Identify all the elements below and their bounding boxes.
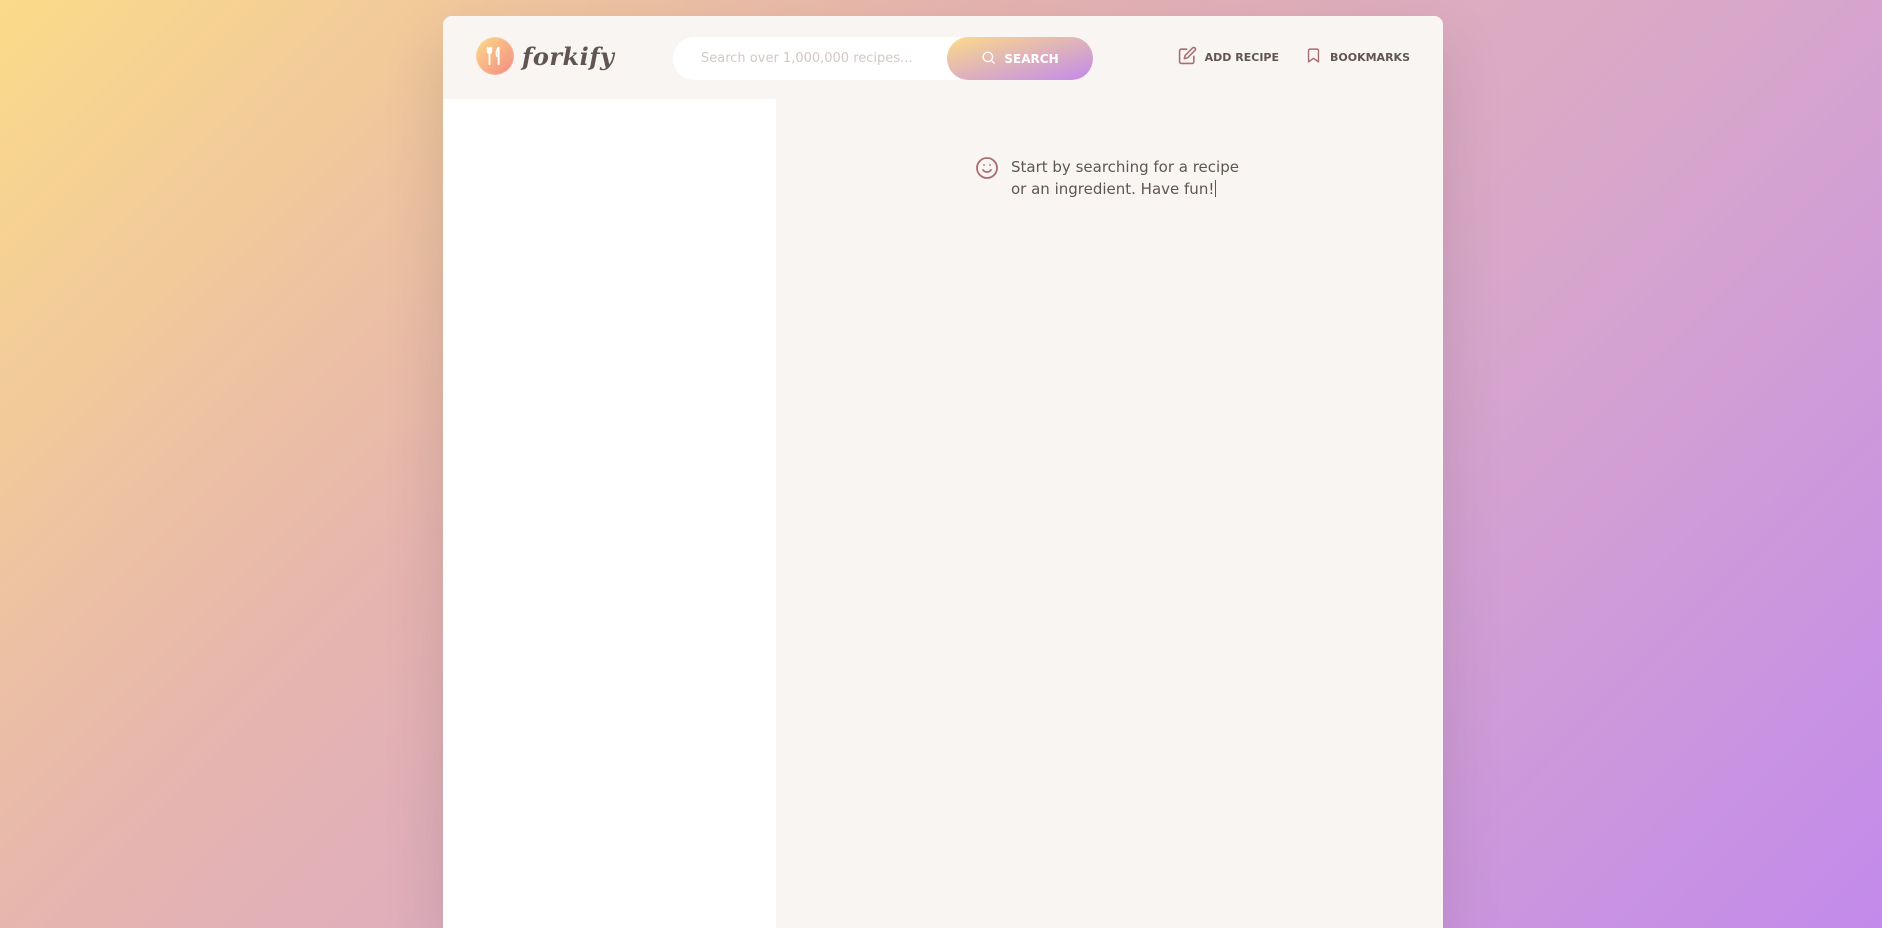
bookmark-icon [1305, 46, 1322, 68]
fork-knife-icon [476, 37, 514, 75]
start-message: Start by searching for a recipe or an in… [975, 156, 1245, 200]
app-container: forkify SEARCH [443, 16, 1443, 928]
add-recipe-button[interactable]: ADD RECIPE [1178, 46, 1279, 68]
bookmarks-label: BOOKMARKS [1330, 50, 1410, 64]
search-form: SEARCH [673, 37, 1093, 80]
logo[interactable]: forkify [476, 37, 615, 75]
smile-icon [975, 156, 999, 184]
search-button[interactable]: SEARCH [947, 37, 1093, 80]
nav: ADD RECIPE BOOKMARKS [1178, 46, 1410, 68]
search-button-label: SEARCH [1004, 51, 1059, 66]
search-results-panel [443, 99, 776, 928]
text-cursor [1215, 180, 1217, 197]
header: forkify SEARCH [443, 16, 1443, 99]
bookmarks-button[interactable]: BOOKMARKS [1305, 46, 1410, 68]
edit-icon [1178, 46, 1197, 68]
start-message-text: Start by searching for a recipe or an in… [1011, 158, 1239, 198]
recipe-panel: Start by searching for a recipe or an in… [776, 99, 1443, 928]
search-icon [981, 50, 996, 68]
search-input[interactable] [699, 50, 953, 67]
add-recipe-label: ADD RECIPE [1204, 50, 1279, 64]
logo-text: forkify [522, 41, 615, 71]
